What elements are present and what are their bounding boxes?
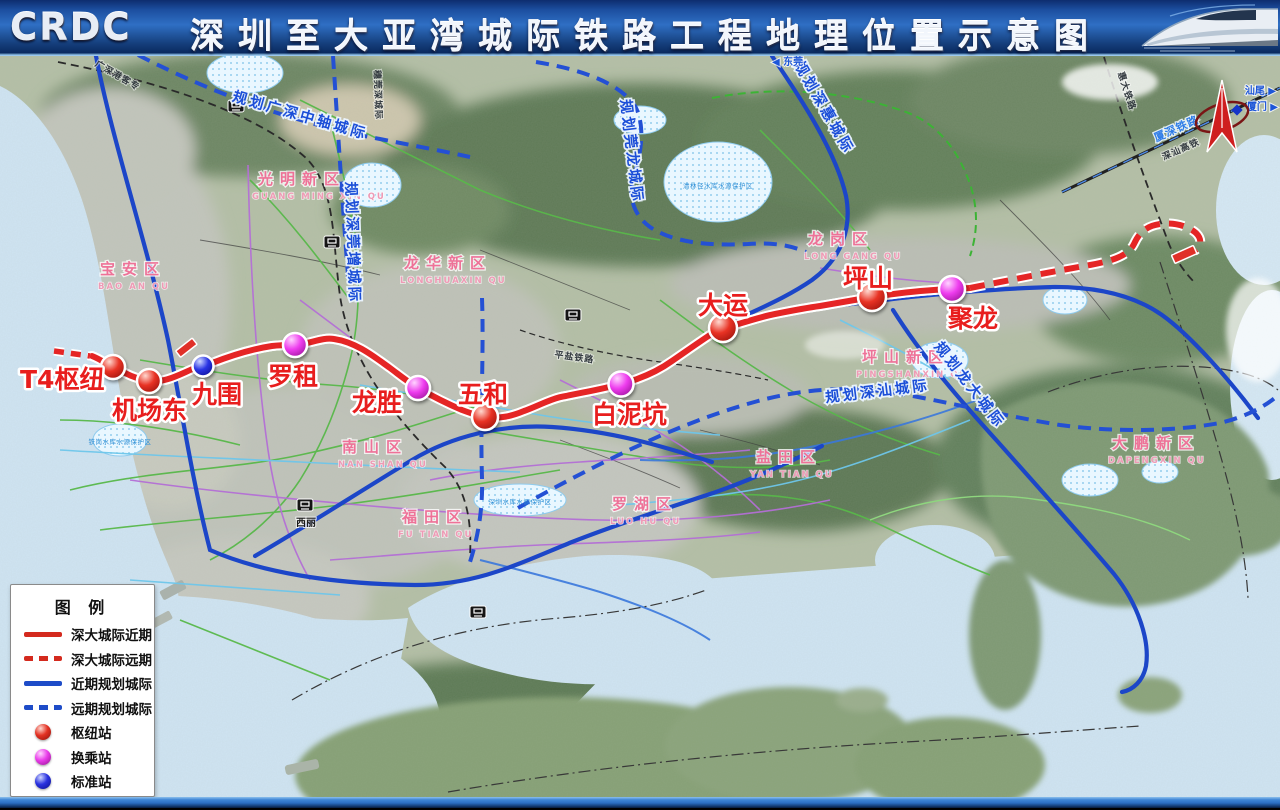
station-label: 罗租 bbox=[268, 362, 318, 391]
district-label-en: LONGHUAXIN QU bbox=[400, 276, 507, 286]
map-poster: 宝安区 BAO AN QU 光明新区 GUANG MING XIN QU 龙华新… bbox=[0, 0, 1280, 810]
station-label: 坪山 bbox=[843, 264, 893, 293]
map-canvas: 宝安区 BAO AN QU 光明新区 GUANG MING XIN QU 龙华新… bbox=[0, 0, 1280, 810]
legend-item-standard-station: 标准站 bbox=[11, 769, 154, 794]
red-dashed-line-swatch bbox=[24, 656, 62, 661]
district-label-en: BAO AN QU bbox=[98, 282, 170, 292]
station-marker-luozu bbox=[283, 333, 307, 357]
district-label: 宝安区 bbox=[100, 260, 166, 278]
header-bar: CRDC 深圳至大亚湾城际铁路工程地理位置示意图 bbox=[0, 0, 1280, 55]
station-marker-jichangdong bbox=[137, 369, 161, 393]
blue-dashed-line-swatch bbox=[24, 705, 62, 710]
blue-solid-line-swatch bbox=[24, 681, 62, 686]
crdc-logo: CRDC bbox=[10, 6, 132, 49]
legend-item-transfer-station: 换乘站 bbox=[11, 745, 154, 770]
station-label: 九围 bbox=[191, 380, 242, 409]
station-marker-jiuwei bbox=[193, 356, 214, 377]
reservoir-label: 清林径水库水源保护区 bbox=[683, 181, 753, 190]
transfer-station-icon bbox=[24, 749, 62, 765]
station-label: 五和 bbox=[458, 380, 508, 409]
district-label-en: LUO HU QU bbox=[610, 517, 681, 527]
legend-item-far-term: 深大城际远期 bbox=[11, 647, 154, 672]
station-label: 机场东 bbox=[112, 396, 187, 425]
district-label: 南山区 bbox=[342, 438, 408, 456]
district-label: 龙岗区 bbox=[807, 230, 874, 248]
district-label: 大鹏新区 bbox=[1112, 434, 1200, 452]
station-label: 大运 bbox=[698, 291, 748, 320]
legend-item-planned-far: 远期规划城际 bbox=[11, 696, 154, 721]
direction-label: 汕尾 ▶ bbox=[1245, 84, 1276, 97]
station-marker-bainikeng bbox=[609, 372, 634, 397]
district-label-en: LONG GANG QU bbox=[804, 252, 902, 262]
station-label: 白泥坑 bbox=[592, 400, 667, 429]
district-label-en: DAPENGXIN QU bbox=[1108, 456, 1206, 466]
standard-station-icon bbox=[24, 773, 62, 789]
footer-bar bbox=[0, 797, 1280, 810]
district-label: 光明新区 bbox=[257, 170, 346, 188]
train-image bbox=[1140, 2, 1280, 52]
district-label-en: NAN SHAN QU bbox=[338, 460, 428, 470]
legend-item-hub-station: 枢纽站 bbox=[11, 720, 154, 745]
district-label: 盐田区 bbox=[756, 448, 822, 466]
direction-label: 厦门 ▶ bbox=[1247, 100, 1278, 113]
hub-station-icon bbox=[24, 724, 62, 740]
district-label-en: FU TIAN QU bbox=[398, 530, 473, 540]
station-label: T4枢纽 bbox=[20, 365, 104, 394]
legend: 图 例 深大城际近期 深大城际远期 近期规划城际 远期规划城际 枢纽站 换乘站 … bbox=[10, 584, 155, 797]
station-label: 聚龙 bbox=[947, 304, 998, 333]
red-solid-line-swatch bbox=[24, 632, 62, 637]
station-marker-t4 bbox=[101, 355, 125, 379]
district-label-en: GUANG MING XIN QU bbox=[252, 192, 386, 202]
reservoir-label: 铁岗水库水源保护区 bbox=[89, 437, 152, 446]
legend-item-near-term: 深大城际近期 bbox=[11, 622, 154, 647]
station-marker-julong bbox=[939, 276, 965, 302]
district-label: 龙华新区 bbox=[403, 254, 492, 272]
station-marker-longsheng bbox=[406, 376, 430, 400]
legend-title: 图 例 bbox=[11, 594, 154, 618]
station-label: 龙胜 bbox=[352, 388, 402, 417]
page-title: 深圳至大亚湾城际铁路工程地理位置示意图 bbox=[190, 9, 1150, 58]
district-label: 罗湖区 bbox=[612, 495, 678, 513]
reservoir-label: 深圳水库水源保护区 bbox=[489, 497, 552, 506]
legend-item-planned-near: 近期规划城际 bbox=[11, 671, 154, 696]
district-label-en: YAN TIAN QU bbox=[749, 470, 834, 480]
district-label: 福田区 bbox=[401, 508, 468, 526]
poi-label-xili: 西丽 bbox=[296, 517, 316, 529]
